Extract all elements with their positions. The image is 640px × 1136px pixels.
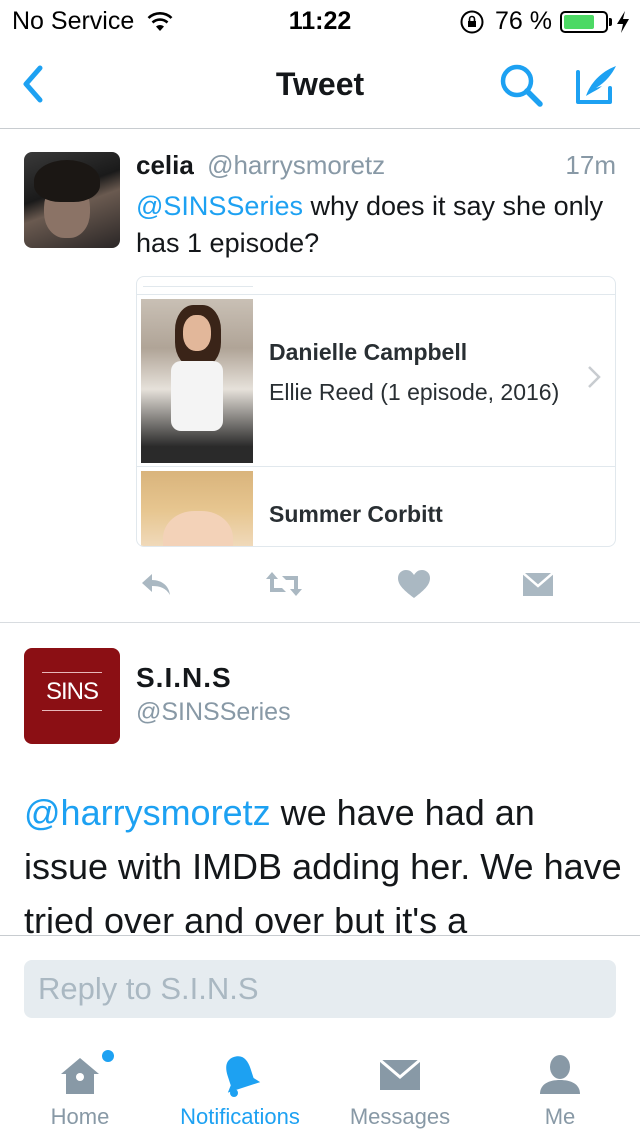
tab-messages[interactable]: Messages <box>320 1036 480 1136</box>
tab-bar: Home Notifications Messages Me <box>0 1036 640 1136</box>
status-bar: No Service 11:22 76 % <box>0 0 640 40</box>
tweet-text: @harrysmoretz we have had an issue with … <box>24 786 624 936</box>
avatar-logo: SINS <box>45 678 99 705</box>
tweet-reply[interactable]: SINS S.I.N.S @SINSSeries @harrysmoretz w… <box>0 624 640 936</box>
direct-message-icon[interactable] <box>520 568 556 600</box>
tab-me[interactable]: Me <box>480 1036 640 1136</box>
reply-icon[interactable] <box>138 568 174 600</box>
tweet-author-name[interactable]: S.I.N.S <box>136 662 232 694</box>
tweet-text: @SINSSeries why does it say she only has… <box>136 188 616 262</box>
tab-label: Messages <box>349 1104 451 1129</box>
cast-role: Ellie Reed (1 episode, 2016) <box>269 379 560 405</box>
tweet-actions <box>136 568 556 604</box>
cast-row[interactable]: Danielle Campbell Ellie Reed (1 episode,… <box>137 295 615 467</box>
tab-notifications[interactable]: Notifications <box>160 1036 320 1136</box>
avatar[interactable] <box>24 152 120 248</box>
cast-photo <box>141 471 253 546</box>
tab-label: Notifications <box>180 1104 300 1129</box>
tab-label: Home <box>50 1104 110 1129</box>
tweet-author-handle[interactable]: @SINSSeries <box>136 698 291 727</box>
tweet-timestamp: 17m <box>565 150 616 180</box>
battery-percent: 76 % <box>495 7 552 35</box>
mention-link[interactable]: @SINSSeries <box>136 191 303 221</box>
cast-photo <box>141 299 253 463</box>
charging-icon <box>617 10 629 33</box>
tab-label: Me <box>544 1104 576 1129</box>
battery-icon <box>560 10 612 33</box>
retweet-icon[interactable] <box>264 568 304 600</box>
envelope-icon <box>379 1058 421 1090</box>
reply-input[interactable]: Reply to S.I.N.S <box>24 960 616 1018</box>
bell-icon <box>226 1056 261 1097</box>
reply-bar: Reply to S.I.N.S <box>0 935 640 1035</box>
cast-name: Danielle Campbell <box>269 339 468 365</box>
tweet-author-handle[interactable]: @harrysmoretz <box>207 150 385 180</box>
compose-tweet-icon[interactable] <box>572 60 620 108</box>
tweet-author-name[interactable]: celia <box>136 150 194 180</box>
mention-link[interactable]: @harrysmoretz <box>24 792 271 833</box>
search-icon[interactable] <box>498 62 544 108</box>
link-card[interactable]: Danielle Campbell Ellie Reed (1 episode,… <box>136 276 616 547</box>
cast-name: Summer Corbitt <box>269 501 443 527</box>
home-icon <box>61 1058 99 1094</box>
page-title: Tweet <box>275 66 365 102</box>
person-icon <box>540 1055 580 1094</box>
tweet-header: celia @harrysmoretz 17m <box>136 150 616 181</box>
tab-home[interactable]: Home <box>0 1036 160 1136</box>
rotation-lock-icon <box>460 10 484 33</box>
cast-row[interactable]: Summer Corbitt <box>137 467 615 546</box>
chevron-right-icon <box>588 366 601 388</box>
navigation-bar: Tweet <box>0 40 640 129</box>
avatar[interactable]: SINS <box>24 648 120 744</box>
home-notification-dot <box>102 1050 114 1062</box>
like-icon[interactable] <box>396 568 432 600</box>
tweet-original[interactable]: celia @harrysmoretz 17m @SINSSeries why … <box>0 130 640 623</box>
